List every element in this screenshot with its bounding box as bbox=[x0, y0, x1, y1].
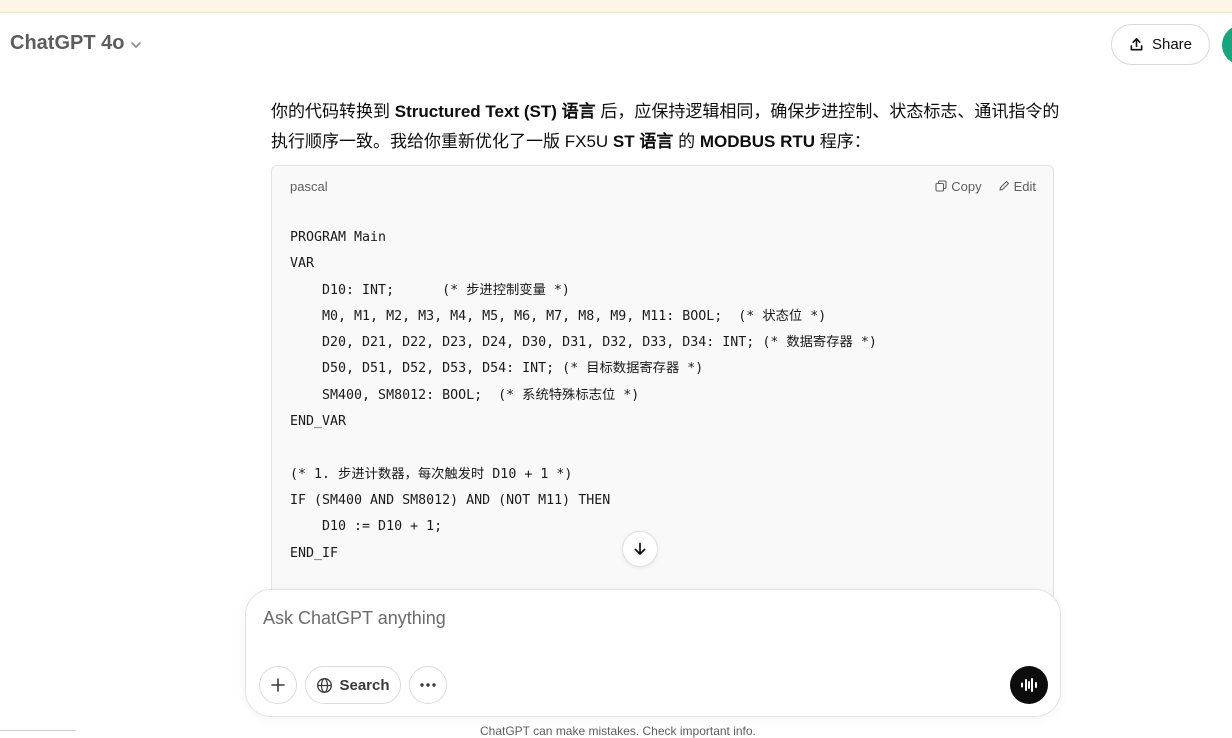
message-bold-text: MODBUS RTU bbox=[699, 132, 816, 151]
code-line: (* 1. 步进计数器，每次触发时 D10 + 1 *) bbox=[290, 466, 573, 482]
arrow-down-icon bbox=[634, 542, 646, 555]
share-icon bbox=[1130, 38, 1143, 51]
edit-icon bbox=[999, 180, 1009, 191]
top-banner bbox=[0, 0, 1232, 13]
code-actions: Copy Edit bbox=[935, 179, 1036, 194]
code-line: PROGRAM Main bbox=[290, 230, 387, 245]
code-block-header: pascal Copy Edit bbox=[272, 166, 1053, 206]
code-line: D10: INT; (* 步进控制变量 *) bbox=[290, 282, 570, 298]
code-line: M0, M1, M2, M3, M4, M5, M6, M7, M8, M9, … bbox=[290, 308, 827, 324]
search-button[interactable]: Search bbox=[305, 666, 401, 704]
message-text: 程序： bbox=[815, 132, 871, 151]
message-text: 你的代码转换到 bbox=[271, 102, 395, 121]
share-label: Share bbox=[1151, 36, 1193, 53]
copy-label: Copy bbox=[951, 178, 982, 194]
code-line: VAR bbox=[290, 256, 315, 272]
scroll-to-bottom-button[interactable] bbox=[622, 531, 658, 567]
edit-code-button[interactable]: Edit bbox=[998, 179, 1036, 194]
share-button[interactable]: Share bbox=[1111, 24, 1210, 65]
model-name: ChatGPT 4o bbox=[10, 32, 125, 54]
assistant-message: 你的代码转换到 Structured Text (ST) 语言 后，应保持逻辑相… bbox=[271, 97, 1061, 157]
code-line: D50, D51, D52, D53, D54: INT; (* 目标数据寄存器… bbox=[290, 361, 704, 377]
search-label: Search bbox=[339, 676, 390, 694]
divider bbox=[0, 730, 76, 731]
edit-label: Edit bbox=[1013, 178, 1036, 194]
avatar[interactable] bbox=[1222, 25, 1232, 65]
message-bold-text: ST 语言 bbox=[612, 132, 674, 151]
copy-code-button[interactable]: Copy bbox=[935, 178, 982, 194]
prompt-input[interactable] bbox=[263, 604, 1023, 632]
code-body: PROGRAM Main VAR D10: INT; (* 步进控制变量 *) M… bbox=[272, 206, 1053, 567]
voice-mode-button[interactable] bbox=[1010, 666, 1048, 704]
code-line: D20, D21, D22, D23, D24, D30, D31, D32, … bbox=[290, 335, 877, 351]
code-line: D10 := D10 + 1; bbox=[290, 519, 443, 535]
code-block: pascal Copy Edit PROGRAM Main VAR D10: IN… bbox=[271, 165, 1054, 605]
message-bold-text: Structured Text (ST) 语言 bbox=[394, 102, 596, 121]
code-line: END_VAR bbox=[290, 414, 347, 430]
more-tools-button[interactable] bbox=[409, 666, 447, 704]
chevron-down-icon bbox=[131, 42, 142, 48]
code-line: SM400, SM8012: BOOL; (* 系统特殊标志位 *) bbox=[290, 387, 640, 403]
disclaimer-note: ChatGPT can make mistakes. Check importa… bbox=[480, 724, 756, 738]
message-text: 的 bbox=[673, 132, 700, 151]
waveform-icon bbox=[1021, 678, 1037, 692]
plus-icon bbox=[271, 678, 285, 692]
copy-icon bbox=[935, 180, 947, 192]
model-switcher[interactable]: ChatGPT 4o bbox=[10, 32, 142, 55]
attach-button[interactable] bbox=[259, 666, 297, 704]
composer: Search bbox=[245, 589, 1061, 717]
globe-icon bbox=[317, 677, 333, 693]
header: ChatGPT 4o Share bbox=[0, 13, 1232, 77]
more-horizontal-icon bbox=[420, 683, 436, 687]
code-line: IF (SM400 AND SM8012) AND (NOT M11) THEN bbox=[290, 492, 611, 508]
code-language: pascal bbox=[290, 178, 328, 194]
code-line: END_IF bbox=[290, 545, 339, 561]
